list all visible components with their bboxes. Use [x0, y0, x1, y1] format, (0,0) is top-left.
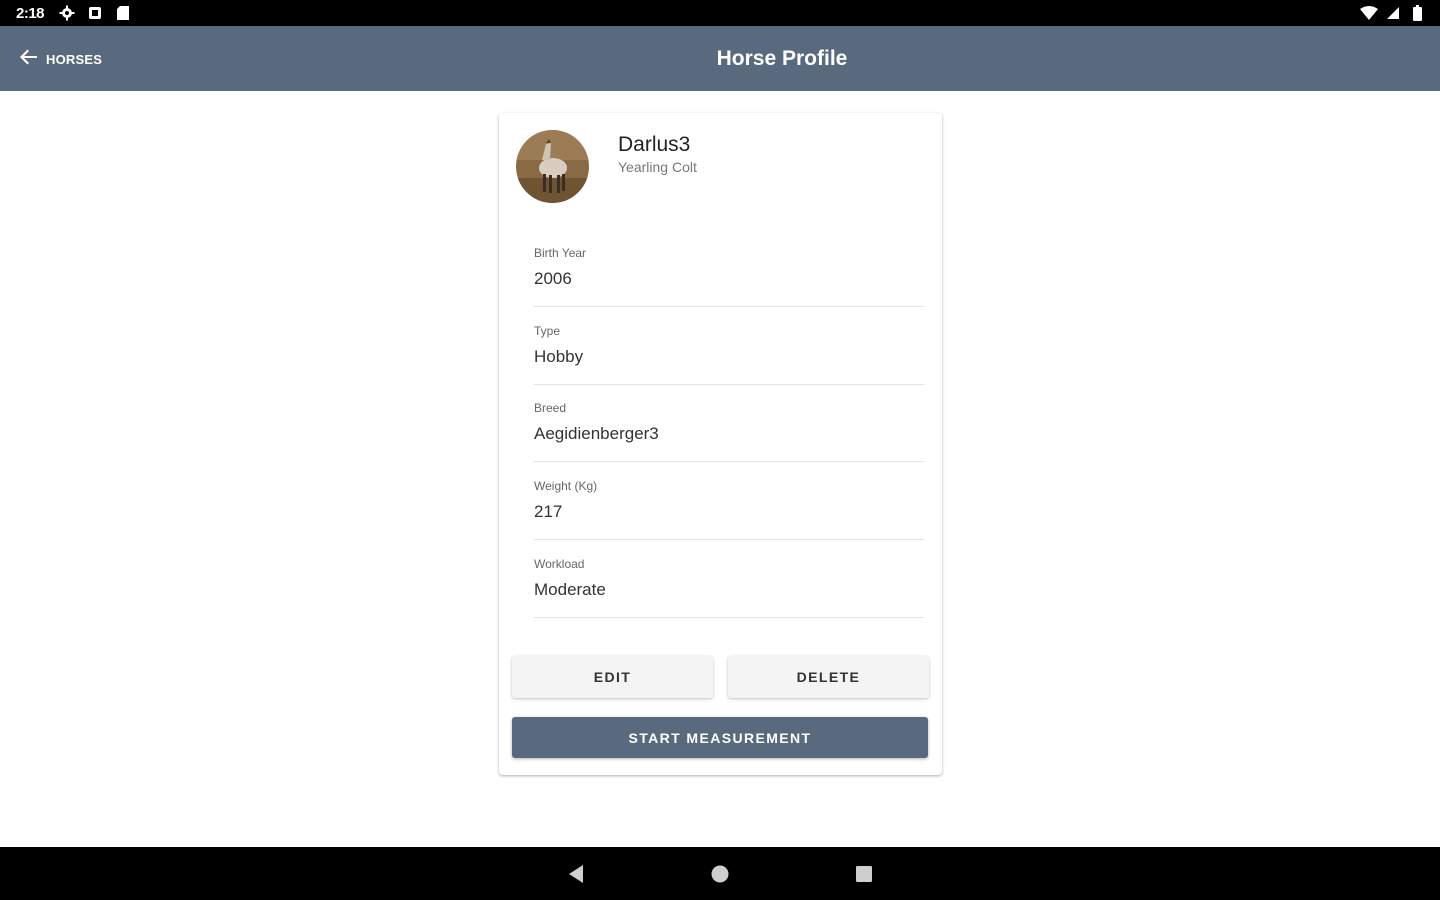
horse-profile-card: Darlus3 Yearling Colt Birth Year 2006 Ty…	[499, 113, 942, 775]
status-icons-right	[1360, 4, 1426, 22]
system-nav-bar	[0, 847, 1440, 900]
field-value: 2006	[534, 269, 572, 288]
sd-card-icon	[114, 4, 132, 22]
field-type: Type Hobby	[534, 315, 924, 385]
edit-button[interactable]: EDIT	[512, 656, 713, 698]
start-measurement-button[interactable]: START MEASUREMENT	[512, 717, 928, 758]
field-label: Workload	[534, 557, 585, 571]
horse-photo	[516, 130, 589, 203]
horse-name: Darlus3	[618, 133, 691, 156]
field-label: Type	[534, 324, 561, 338]
field-value: Aegidienberger3	[534, 424, 659, 443]
avatar	[516, 130, 589, 203]
field-weight: Weight (Kg) 217	[534, 470, 924, 540]
wifi-icon	[1360, 4, 1378, 22]
field-label: Weight (Kg)	[534, 479, 598, 493]
home-circle-icon[interactable]	[708, 862, 732, 886]
field-value: Moderate	[534, 580, 606, 599]
status-time: 2:18	[16, 5, 45, 22]
battery-icon	[1408, 4, 1426, 22]
status-icons-left	[58, 4, 132, 22]
delete-button[interactable]: DELETE	[728, 656, 929, 698]
page-title: Horse Profile	[716, 47, 848, 70]
horse-subtitle: Yearling Colt	[618, 159, 697, 175]
field-breed: Breed Aegidienberger3	[534, 392, 924, 462]
recents-square-icon[interactable]	[852, 862, 876, 886]
signal-icon	[1384, 4, 1402, 22]
field-label: Breed	[534, 401, 567, 415]
back-triangle-icon[interactable]	[564, 862, 588, 886]
field-birth-year: Birth Year 2006	[534, 237, 924, 307]
field-label: Birth Year	[534, 246, 587, 260]
field-value: 217	[534, 502, 563, 521]
field-value: Hobby	[534, 347, 584, 366]
status-bar: 2:18	[0, 0, 1440, 26]
field-workload: Workload Moderate	[534, 548, 924, 618]
app-bar: HORSES Horse Profile	[0, 26, 1440, 91]
gear-icon	[58, 4, 76, 22]
notification-icon	[86, 4, 104, 22]
